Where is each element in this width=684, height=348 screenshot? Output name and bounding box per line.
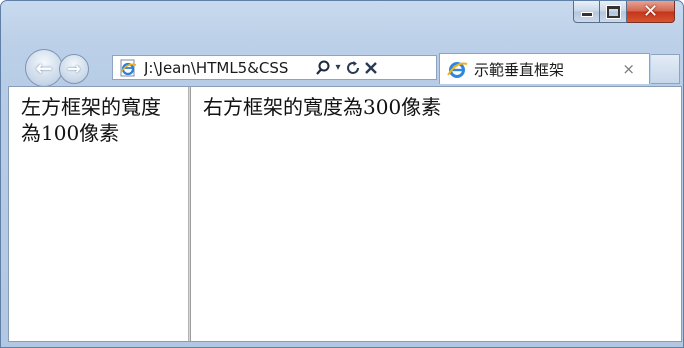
maximize-button[interactable] bbox=[600, 1, 627, 23]
close-icon: ✕ bbox=[642, 0, 659, 22]
forward-button[interactable]: → bbox=[59, 54, 89, 84]
left-frame: 左方框架的寬度為100像素 bbox=[9, 87, 188, 341]
tab-close-icon[interactable]: × bbox=[622, 60, 635, 78]
maximize-icon bbox=[605, 4, 621, 19]
tab-active[interactable]: 示範垂直框架 × bbox=[439, 53, 650, 84]
minimize-button[interactable] bbox=[573, 1, 600, 23]
address-url[interactable]: J:\Jean\HTML5&CSS bbox=[144, 59, 314, 77]
address-bar[interactable]: J:\Jean\HTML5&CSS ▾ bbox=[112, 55, 437, 80]
left-frame-text: 左方框架的寬度為100像素 bbox=[21, 95, 161, 145]
browser-window: ✕ ← → J:\Jean\HTML5&CSS ▾ 示範垂直框架 × 左方框架的… bbox=[0, 0, 684, 348]
right-frame-text: 右方框架的寬度為300像素 bbox=[203, 95, 442, 119]
back-button[interactable]: ← bbox=[25, 49, 63, 87]
caption-buttons: ✕ bbox=[573, 1, 675, 31]
stop-icon[interactable] bbox=[362, 58, 380, 78]
ie-logo-icon bbox=[447, 62, 468, 78]
new-tab-button[interactable] bbox=[651, 54, 680, 84]
page-content: 左方框架的寬度為100像素 右方框架的寬度為300像素 bbox=[8, 86, 682, 342]
ie-page-icon bbox=[120, 59, 137, 76]
right-frame: 右方框架的寬度為300像素 bbox=[191, 87, 681, 341]
close-window-button[interactable]: ✕ bbox=[627, 1, 675, 23]
tab-title: 示範垂直框架 bbox=[474, 60, 565, 79]
back-arrow-icon: ← bbox=[35, 56, 53, 80]
chevron-down-icon[interactable]: ▾ bbox=[332, 62, 344, 73]
forward-arrow-icon: → bbox=[67, 59, 81, 78]
refresh-icon[interactable] bbox=[344, 58, 362, 78]
search-icon[interactable] bbox=[314, 58, 332, 78]
minimize-icon bbox=[580, 12, 593, 17]
